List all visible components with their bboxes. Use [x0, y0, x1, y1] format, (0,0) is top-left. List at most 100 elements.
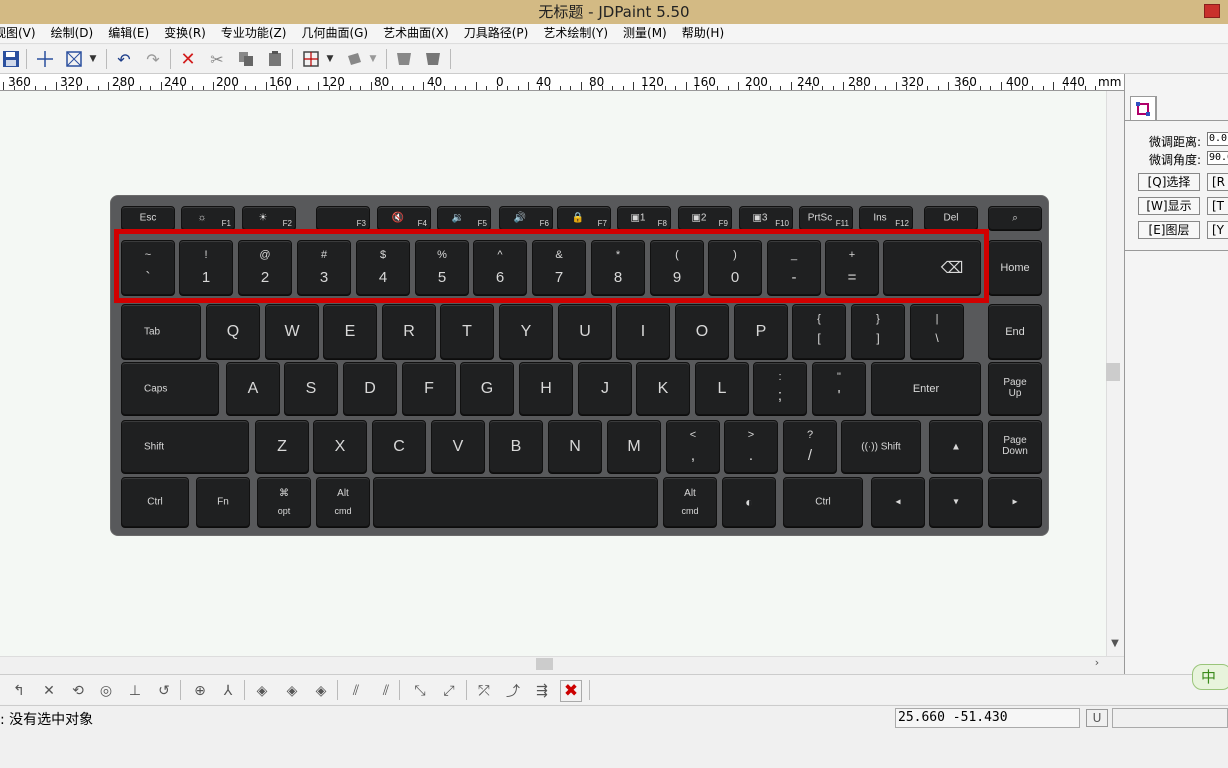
menu-item-7[interactable]: 刀具路径(P)	[464, 24, 536, 43]
paste-icon[interactable]	[264, 48, 286, 70]
letter-L: L	[717, 379, 727, 397]
letter-V: V	[452, 437, 464, 455]
ruler-label-18: 360	[954, 75, 977, 89]
fn-key-sub-6: F6	[539, 219, 549, 228]
letter-B: B	[510, 437, 522, 455]
node-icon-1[interactable]: ⤡	[409, 680, 431, 702]
fine-distance-input[interactable]: 0.0	[1207, 132, 1228, 146]
y-button[interactable]: [Y	[1207, 221, 1228, 239]
menu-item-6[interactable]: 艺术曲面(X)	[383, 24, 456, 43]
letter-key-E: E	[323, 304, 377, 359]
diamond-icon-3[interactable]: ◈	[310, 680, 332, 702]
fine-angle-input[interactable]: 90.0	[1207, 151, 1228, 165]
curve-trim-icon[interactable]: ↺	[153, 680, 175, 702]
letter-key-F: F	[402, 362, 456, 415]
extend-icon[interactable]: ⊥	[124, 680, 146, 702]
ctrl-label: Ctrl	[147, 496, 163, 508]
close-button[interactable]	[1204, 4, 1220, 18]
r-button[interactable]: [R	[1207, 173, 1228, 191]
break-icon[interactable]: ✕	[38, 680, 60, 702]
shade-icon[interactable]	[343, 48, 365, 70]
fn-key-8: ▣1 F8	[617, 206, 671, 230]
undo-icon[interactable]: ↶	[113, 48, 135, 70]
vertical-scroll-thumb[interactable]	[1106, 363, 1120, 381]
move-icon[interactable]: ⤱	[473, 680, 495, 702]
node-edit-tab[interactable]	[1130, 96, 1156, 120]
dropdown-arrow-icon-2[interactable]: ▼	[323, 48, 337, 70]
fn-key-1: ☼ F1	[181, 206, 235, 230]
letter-key-B: B	[489, 420, 543, 473]
menu-item-10[interactable]: 帮助(H)	[682, 24, 731, 43]
unit-toggle-button[interactable]: U	[1086, 709, 1108, 727]
letter-key-K: K	[636, 362, 690, 415]
semicolon-bottom-1: '	[837, 387, 841, 404]
view-icon-1[interactable]	[393, 48, 415, 70]
menu-item-9[interactable]: 测量(M)	[623, 24, 674, 43]
align-icon[interactable]: ⇶	[531, 680, 553, 702]
trim-icon[interactable]: ↰	[8, 680, 30, 702]
diamond-icon-2[interactable]: ◈	[281, 680, 303, 702]
letter-T: T	[462, 322, 472, 340]
semicolon-key-0: :;	[753, 362, 807, 415]
horizontal-scroll-thumb[interactable]	[536, 658, 553, 670]
letter-key-C: C	[372, 420, 426, 473]
redo-icon[interactable]: ↷	[142, 48, 164, 70]
menu-item-4[interactable]: 专业功能(Z)	[221, 24, 294, 43]
menu-item-0[interactable]: 视图(V)	[0, 24, 43, 43]
ruler-label-4: 200	[216, 75, 239, 89]
menu-key: ◐	[722, 477, 776, 527]
edit-node-icon[interactable]: ⤴	[502, 680, 524, 702]
letter-F: F	[424, 379, 434, 397]
save-icon[interactable]	[0, 48, 22, 70]
dropdown-arrow-icon-3[interactable]: ▼	[366, 48, 380, 70]
right-alt-key: Alt cmd	[663, 477, 717, 527]
display-button[interactable]: [W]显示	[1138, 197, 1200, 215]
ctrl-key: Ctrl	[121, 477, 189, 527]
menu-item-1[interactable]: 绘制(D)	[51, 24, 101, 43]
box-select-icon[interactable]	[63, 48, 85, 70]
scroll-down-icon[interactable]: ▼	[1107, 638, 1123, 652]
offset-icon-2[interactable]: ⫽	[375, 680, 397, 702]
semicolon-key-1: " '	[812, 362, 866, 415]
fn-key-10: ▣3 F10	[739, 206, 793, 230]
scroll-right-icon[interactable]: ›	[1090, 656, 1104, 670]
menu-item-5[interactable]: 几何曲面(G)	[301, 24, 375, 43]
punct-key-1: >.	[724, 420, 778, 473]
copy-icon[interactable]	[235, 48, 257, 70]
ime-indicator[interactable]: 中	[1192, 664, 1228, 690]
fine-distance-label: 微调距离:	[1149, 135, 1202, 149]
panel-tab-2[interactable]	[1156, 96, 1170, 120]
letter-H: H	[540, 379, 552, 397]
letter-key-Z: Z	[255, 420, 309, 473]
diamond-icon-1[interactable]: ◈	[251, 680, 273, 702]
corner-icon[interactable]: ⟲	[67, 680, 89, 702]
caps-key: Caps	[121, 362, 219, 415]
menu-item-2[interactable]: 编辑(E)	[108, 24, 156, 43]
menu-item-8[interactable]: 艺术绘制(Y)	[543, 24, 615, 43]
menu-item-3[interactable]: 变换(R)	[164, 24, 213, 43]
horizontal-scrollbar[interactable]	[0, 656, 1124, 672]
letter-key-M: M	[607, 420, 661, 473]
layout-icon[interactable]	[300, 48, 322, 70]
point-icon[interactable]: ⊕	[189, 680, 211, 702]
crosshair-icon[interactable]	[34, 48, 56, 70]
pageup-line1: Page	[1003, 377, 1027, 388]
enter-label: Enter	[912, 382, 940, 395]
dropdown-arrow-icon[interactable]: ▼	[86, 48, 100, 70]
layer-button[interactable]: [E]图层	[1138, 221, 1200, 239]
cut-icon[interactable]: ✂	[206, 48, 228, 70]
alt-bottom: cmd	[334, 506, 352, 516]
t-button[interactable]: [T	[1207, 197, 1228, 215]
delete-icon[interactable]: ✕	[177, 48, 199, 70]
letter-S: S	[305, 379, 317, 397]
offset-icon-1[interactable]: ⫽	[345, 680, 367, 702]
fn-key-main-13: Del	[943, 212, 959, 224]
join-icon[interactable]: ⅄	[217, 680, 239, 702]
circle-node-icon[interactable]: ◎	[95, 680, 117, 702]
letter-M: M	[627, 437, 641, 455]
enter-key: Enter	[871, 362, 981, 415]
cancel-icon[interactable]: ✖	[560, 680, 582, 702]
node-icon-2[interactable]: ⤢	[438, 680, 460, 702]
view-icon-2[interactable]	[422, 48, 444, 70]
select-button[interactable]: [Q]选择	[1138, 173, 1200, 191]
